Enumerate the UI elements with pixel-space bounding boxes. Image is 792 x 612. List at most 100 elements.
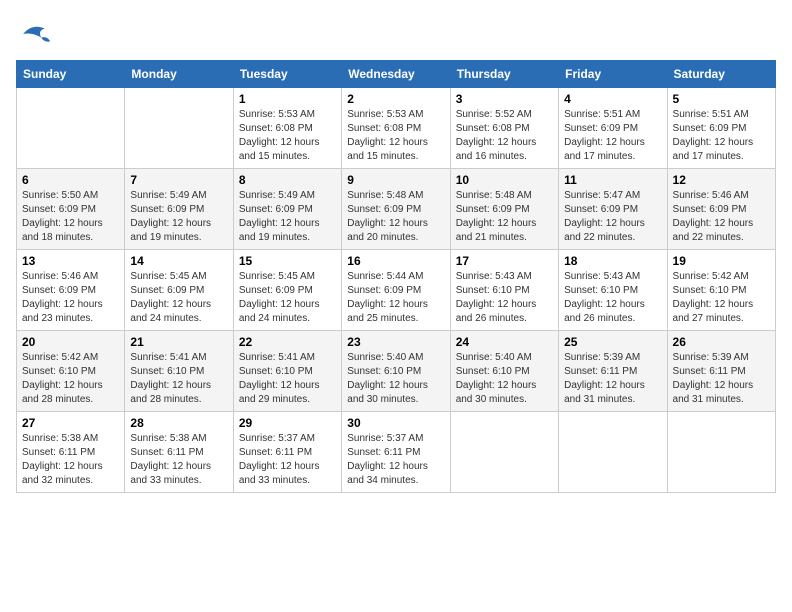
sunrise-text: Sunrise: 5:41 AM — [130, 351, 227, 365]
daylight-text: Daylight: 12 hours and 25 minutes. — [347, 298, 444, 326]
day-info: Sunrise: 5:45 AMSunset: 6:09 PMDaylight:… — [130, 270, 227, 326]
calendar-cell: 1Sunrise: 5:53 AMSunset: 6:08 PMDaylight… — [233, 88, 341, 169]
weekday-header: Friday — [559, 61, 667, 88]
daylight-text: Daylight: 12 hours and 34 minutes. — [347, 460, 444, 488]
calendar-cell: 22 Sunrise: 5:41 AMSunset: 6:10 PMDayligh… — [233, 331, 341, 412]
calendar-cell: 23Sunrise: 5:40 AMSunset: 6:10 PMDayligh… — [342, 331, 450, 412]
sunrise-text: Sunrise: 5:40 AM — [456, 351, 553, 365]
day-info: Sunrise: 5:51 AMSunset: 6:09 PMDaylight:… — [564, 108, 661, 164]
day-number: 12 — [673, 173, 770, 187]
day-info: Sunrise: 5:41 AMSunset: 6:10 PMDaylight:… — [130, 351, 227, 407]
day-number: 5 — [673, 92, 770, 106]
page-header — [16, 16, 776, 52]
daylight-text: Daylight: 12 hours and 24 minutes. — [239, 298, 336, 326]
calendar-cell: 15Sunrise: 5:45 AMSunset: 6:09 PMDayligh… — [233, 250, 341, 331]
weekday-header: Tuesday — [233, 61, 341, 88]
daylight-text: Daylight: 12 hours and 22 minutes. — [564, 217, 661, 245]
sunset-text: Sunset: 6:09 PM — [130, 203, 227, 217]
day-info: Sunrise: 5:53 AMSunset: 6:08 PMDaylight:… — [347, 108, 444, 164]
day-info: Sunrise: 5:46 AMSunset: 6:09 PMDaylight:… — [22, 270, 119, 326]
calendar-table: SundayMondayTuesdayWednesdayThursdayFrid… — [16, 60, 776, 493]
sunrise-text: Sunrise: 5:48 AM — [456, 189, 553, 203]
sunset-text: Sunset: 6:09 PM — [22, 203, 119, 217]
day-number: 17 — [456, 254, 553, 268]
calendar-cell — [667, 412, 775, 493]
sunrise-text: Sunrise: 5:41 AM — [239, 351, 336, 365]
daylight-text: Daylight: 12 hours and 30 minutes. — [456, 379, 553, 407]
sunset-text: Sunset: 6:10 PM — [130, 365, 227, 379]
daylight-text: Daylight: 12 hours and 26 minutes. — [564, 298, 661, 326]
daylight-text: Daylight: 12 hours and 33 minutes. — [239, 460, 336, 488]
day-number: 4 — [564, 92, 661, 106]
daylight-text: Daylight: 12 hours and 31 minutes. — [564, 379, 661, 407]
day-info: Sunrise: 5:51 AMSunset: 6:09 PMDaylight:… — [673, 108, 770, 164]
calendar-cell: 18Sunrise: 5:43 AMSunset: 6:10 PMDayligh… — [559, 250, 667, 331]
day-number: 22 — [239, 335, 336, 349]
calendar-cell: 27Sunrise: 5:38 AMSunset: 6:11 PMDayligh… — [17, 412, 125, 493]
day-number: 20 — [22, 335, 119, 349]
sunrise-text: Sunrise: 5:53 AM — [347, 108, 444, 122]
sunset-text: Sunset: 6:09 PM — [130, 284, 227, 298]
calendar-cell: 24Sunrise: 5:40 AMSunset: 6:10 PMDayligh… — [450, 331, 558, 412]
day-number: 11 — [564, 173, 661, 187]
calendar-cell: 30Sunrise: 5:37 AMSunset: 6:11 PMDayligh… — [342, 412, 450, 493]
calendar-cell: 12 Sunrise: 5:46 AMSunset: 6:09 PMDayligh… — [667, 169, 775, 250]
sunrise-text: Sunrise: 5:39 AM — [673, 351, 770, 365]
daylight-text: Daylight: 12 hours and 21 minutes. — [456, 217, 553, 245]
calendar-cell: 21 Sunrise: 5:41 AMSunset: 6:10 PMDayligh… — [125, 331, 233, 412]
day-number: 26 — [673, 335, 770, 349]
day-number: 19 — [673, 254, 770, 268]
weekday-header: Sunday — [17, 61, 125, 88]
day-number: 27 — [22, 416, 119, 430]
calendar-cell: 7 Sunrise: 5:49 AMSunset: 6:09 PMDaylight… — [125, 169, 233, 250]
weekday-header: Monday — [125, 61, 233, 88]
day-info: Sunrise: 5:43 AMSunset: 6:10 PMDaylight:… — [456, 270, 553, 326]
daylight-text: Daylight: 12 hours and 30 minutes. — [347, 379, 444, 407]
day-info: Sunrise: 5:45 AMSunset: 6:09 PMDaylight:… — [239, 270, 336, 326]
sunset-text: Sunset: 6:09 PM — [673, 122, 770, 136]
calendar-cell — [450, 412, 558, 493]
daylight-text: Daylight: 12 hours and 32 minutes. — [22, 460, 119, 488]
day-number: 24 — [456, 335, 553, 349]
calendar-cell: 16Sunrise: 5:44 AMSunset: 6:09 PMDayligh… — [342, 250, 450, 331]
sunrise-text: Sunrise: 5:39 AM — [564, 351, 661, 365]
day-info: Sunrise: 5:48 AMSunset: 6:09 PMDaylight:… — [347, 189, 444, 245]
sunset-text: Sunset: 6:09 PM — [564, 203, 661, 217]
calendar-cell: 4 Sunrise: 5:51 AMSunset: 6:09 PMDaylight… — [559, 88, 667, 169]
calendar-cell: 25Sunrise: 5:39 AMSunset: 6:11 PMDayligh… — [559, 331, 667, 412]
sunset-text: Sunset: 6:11 PM — [564, 365, 661, 379]
calendar-cell — [17, 88, 125, 169]
weekday-header: Thursday — [450, 61, 558, 88]
sunset-text: Sunset: 6:10 PM — [673, 284, 770, 298]
sunset-text: Sunset: 6:10 PM — [564, 284, 661, 298]
calendar-cell: 19Sunrise: 5:42 AMSunset: 6:10 PMDayligh… — [667, 250, 775, 331]
day-info: Sunrise: 5:41 AMSunset: 6:10 PMDaylight:… — [239, 351, 336, 407]
sunset-text: Sunset: 6:11 PM — [347, 446, 444, 460]
day-info: Sunrise: 5:39 AMSunset: 6:11 PMDaylight:… — [673, 351, 770, 407]
sunrise-text: Sunrise: 5:49 AM — [239, 189, 336, 203]
day-info: Sunrise: 5:46 AMSunset: 6:09 PMDaylight:… — [673, 189, 770, 245]
calendar-cell: 10Sunrise: 5:48 AMSunset: 6:09 PMDayligh… — [450, 169, 558, 250]
calendar-cell: 9Sunrise: 5:48 AMSunset: 6:09 PMDaylight… — [342, 169, 450, 250]
sunrise-text: Sunrise: 5:51 AM — [673, 108, 770, 122]
sunset-text: Sunset: 6:08 PM — [239, 122, 336, 136]
day-number: 13 — [22, 254, 119, 268]
day-number: 14 — [130, 254, 227, 268]
sunset-text: Sunset: 6:09 PM — [673, 203, 770, 217]
day-number: 16 — [347, 254, 444, 268]
sunset-text: Sunset: 6:11 PM — [22, 446, 119, 460]
day-info: Sunrise: 5:49 AMSunset: 6:09 PMDaylight:… — [130, 189, 227, 245]
day-number: 7 — [130, 173, 227, 187]
day-number: 29 — [239, 416, 336, 430]
calendar-week-row: 1Sunrise: 5:53 AMSunset: 6:08 PMDaylight… — [17, 88, 776, 169]
day-number: 3 — [456, 92, 553, 106]
calendar-cell: 8Sunrise: 5:49 AMSunset: 6:09 PMDaylight… — [233, 169, 341, 250]
daylight-text: Daylight: 12 hours and 15 minutes. — [239, 136, 336, 164]
sunset-text: Sunset: 6:09 PM — [22, 284, 119, 298]
day-info: Sunrise: 5:38 AMSunset: 6:11 PMDaylight:… — [130, 432, 227, 488]
day-info: Sunrise: 5:47 AMSunset: 6:09 PMDaylight:… — [564, 189, 661, 245]
sunset-text: Sunset: 6:08 PM — [347, 122, 444, 136]
day-number: 30 — [347, 416, 444, 430]
daylight-text: Daylight: 12 hours and 31 minutes. — [673, 379, 770, 407]
day-number: 21 — [130, 335, 227, 349]
